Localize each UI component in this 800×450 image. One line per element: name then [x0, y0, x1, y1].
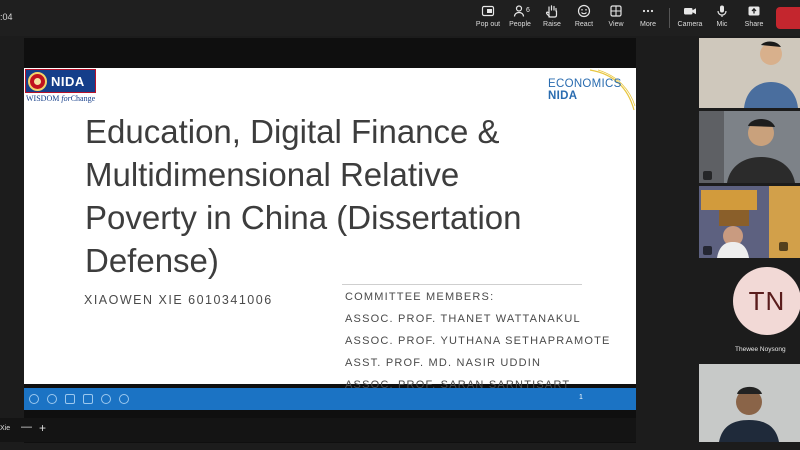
- zoom-in-button[interactable]: +: [39, 421, 46, 435]
- muted-mic-icon: [779, 242, 788, 251]
- committee-header: COMMITTEE MEMBERS:: [345, 291, 495, 303]
- participant-name: Thewee Noysong: [735, 346, 786, 353]
- share-footer: [0, 418, 636, 442]
- nida-emblem-icon: [28, 72, 47, 91]
- share-icon: [748, 6, 760, 16]
- presenter-name: Xie: [0, 425, 11, 432]
- more-button[interactable]: More: [631, 4, 665, 34]
- leave-button[interactable]: [776, 7, 800, 29]
- slide-title: Education, Digital Finance & Multidimens…: [85, 110, 605, 282]
- slide-title-line: Defense): [85, 242, 219, 279]
- meeting-toolbar: :04 Pop out 6 People Raise React View Mo…: [0, 0, 800, 36]
- participant-video-icon: [699, 364, 800, 442]
- tagline-for: for: [61, 94, 71, 103]
- people-icon: [513, 5, 525, 17]
- hand-icon: [545, 5, 558, 18]
- committee-member: ASST. PROF. MD. NASIR UDDIN: [345, 357, 542, 369]
- pop-out-label: Pop out: [475, 21, 501, 28]
- camera-button[interactable]: Camera: [673, 4, 707, 34]
- participant-video-icon: [699, 38, 800, 108]
- author-line: XIAOWEN XIE 6010341006: [84, 293, 273, 307]
- presentation-slide: NIDA WISDOM forChange ECONOMICS NIDA Edu…: [24, 68, 636, 391]
- muted-mic-icon: [703, 171, 712, 180]
- previous-slide-icon[interactable]: [29, 394, 39, 404]
- grid-view-icon: [610, 5, 622, 17]
- more-icon: [642, 9, 654, 13]
- participant-video-icon: [699, 111, 800, 183]
- zoom-slide-icon[interactable]: [101, 394, 111, 404]
- participant-video-tile[interactable]: [769, 186, 800, 258]
- raise-hand-button[interactable]: Raise: [535, 4, 569, 34]
- more-options-icon[interactable]: [119, 394, 129, 404]
- committee-member: ASSOC. PROF. YUTHANA SETHAPRAMOTE: [345, 335, 611, 347]
- people-button[interactable]: 6 People: [503, 4, 537, 34]
- muted-mic-icon: [703, 246, 712, 255]
- meeting-window: :04 Pop out 6 People Raise React View Mo…: [0, 0, 800, 450]
- nida-tagline: WISDOM forChange: [26, 94, 95, 103]
- economics-nida-logo: ECONOMICS NIDA: [548, 78, 622, 102]
- share-label: Share: [744, 21, 764, 28]
- camera-icon: [684, 8, 696, 15]
- toolbar-divider: [669, 8, 670, 28]
- view-label: View: [608, 21, 624, 28]
- people-count: 6: [526, 7, 530, 14]
- react-button[interactable]: React: [567, 4, 601, 34]
- nida-logo: NIDA WISDOM forChange: [25, 69, 96, 105]
- participant-video-tile[interactable]: [699, 111, 800, 183]
- react-label: React: [574, 21, 594, 28]
- slides-overview-icon[interactable]: [83, 394, 93, 404]
- slide-divider: [342, 284, 582, 285]
- zoom-out-button[interactable]: —: [21, 421, 32, 433]
- slide-title-line: Education, Digital Finance &: [85, 113, 500, 150]
- more-label: More: [640, 21, 656, 28]
- pop-out-icon: [481, 5, 495, 17]
- camera-label: Camera: [677, 21, 703, 28]
- meeting-timer: :04: [0, 12, 13, 22]
- people-label: People: [509, 21, 531, 28]
- mic-button[interactable]: Mic: [705, 4, 739, 34]
- slide-page-number: 1: [579, 394, 583, 401]
- raise-label: Raise: [543, 21, 561, 28]
- participant-avatar: TN: [733, 267, 800, 335]
- slideshow-control-bar: 1: [24, 388, 636, 410]
- slide-title-line: Poverty in China (Dissertation: [85, 199, 522, 236]
- pop-out-button[interactable]: Pop out: [471, 4, 505, 34]
- economics-logo-line1: ECONOMICS: [548, 78, 622, 90]
- economics-logo-line2: NIDA: [548, 90, 578, 102]
- view-button[interactable]: View: [599, 4, 633, 34]
- pen-icon[interactable]: [65, 394, 75, 404]
- share-button[interactable]: Share: [737, 4, 771, 34]
- slide-title-line: Multidimensional Relative: [85, 156, 460, 193]
- nida-logo-word: NIDA: [51, 74, 85, 89]
- tagline-change: Change: [70, 94, 96, 103]
- nida-logo-box: NIDA: [25, 69, 96, 93]
- next-slide-icon[interactable]: [47, 394, 57, 404]
- mic-label: Mic: [716, 21, 728, 28]
- tagline-wisdom: WISDOM: [26, 94, 60, 103]
- smiley-icon: [577, 4, 591, 18]
- committee-list: COMMITTEE MEMBERS: ASSOC. PROF. THANET W…: [345, 286, 611, 396]
- participant-video-tile[interactable]: [699, 38, 800, 108]
- participant-video-tile[interactable]: [699, 364, 800, 442]
- committee-member: ASSOC. PROF. THANET WATTANAKUL: [345, 313, 581, 325]
- mic-icon: [717, 5, 727, 17]
